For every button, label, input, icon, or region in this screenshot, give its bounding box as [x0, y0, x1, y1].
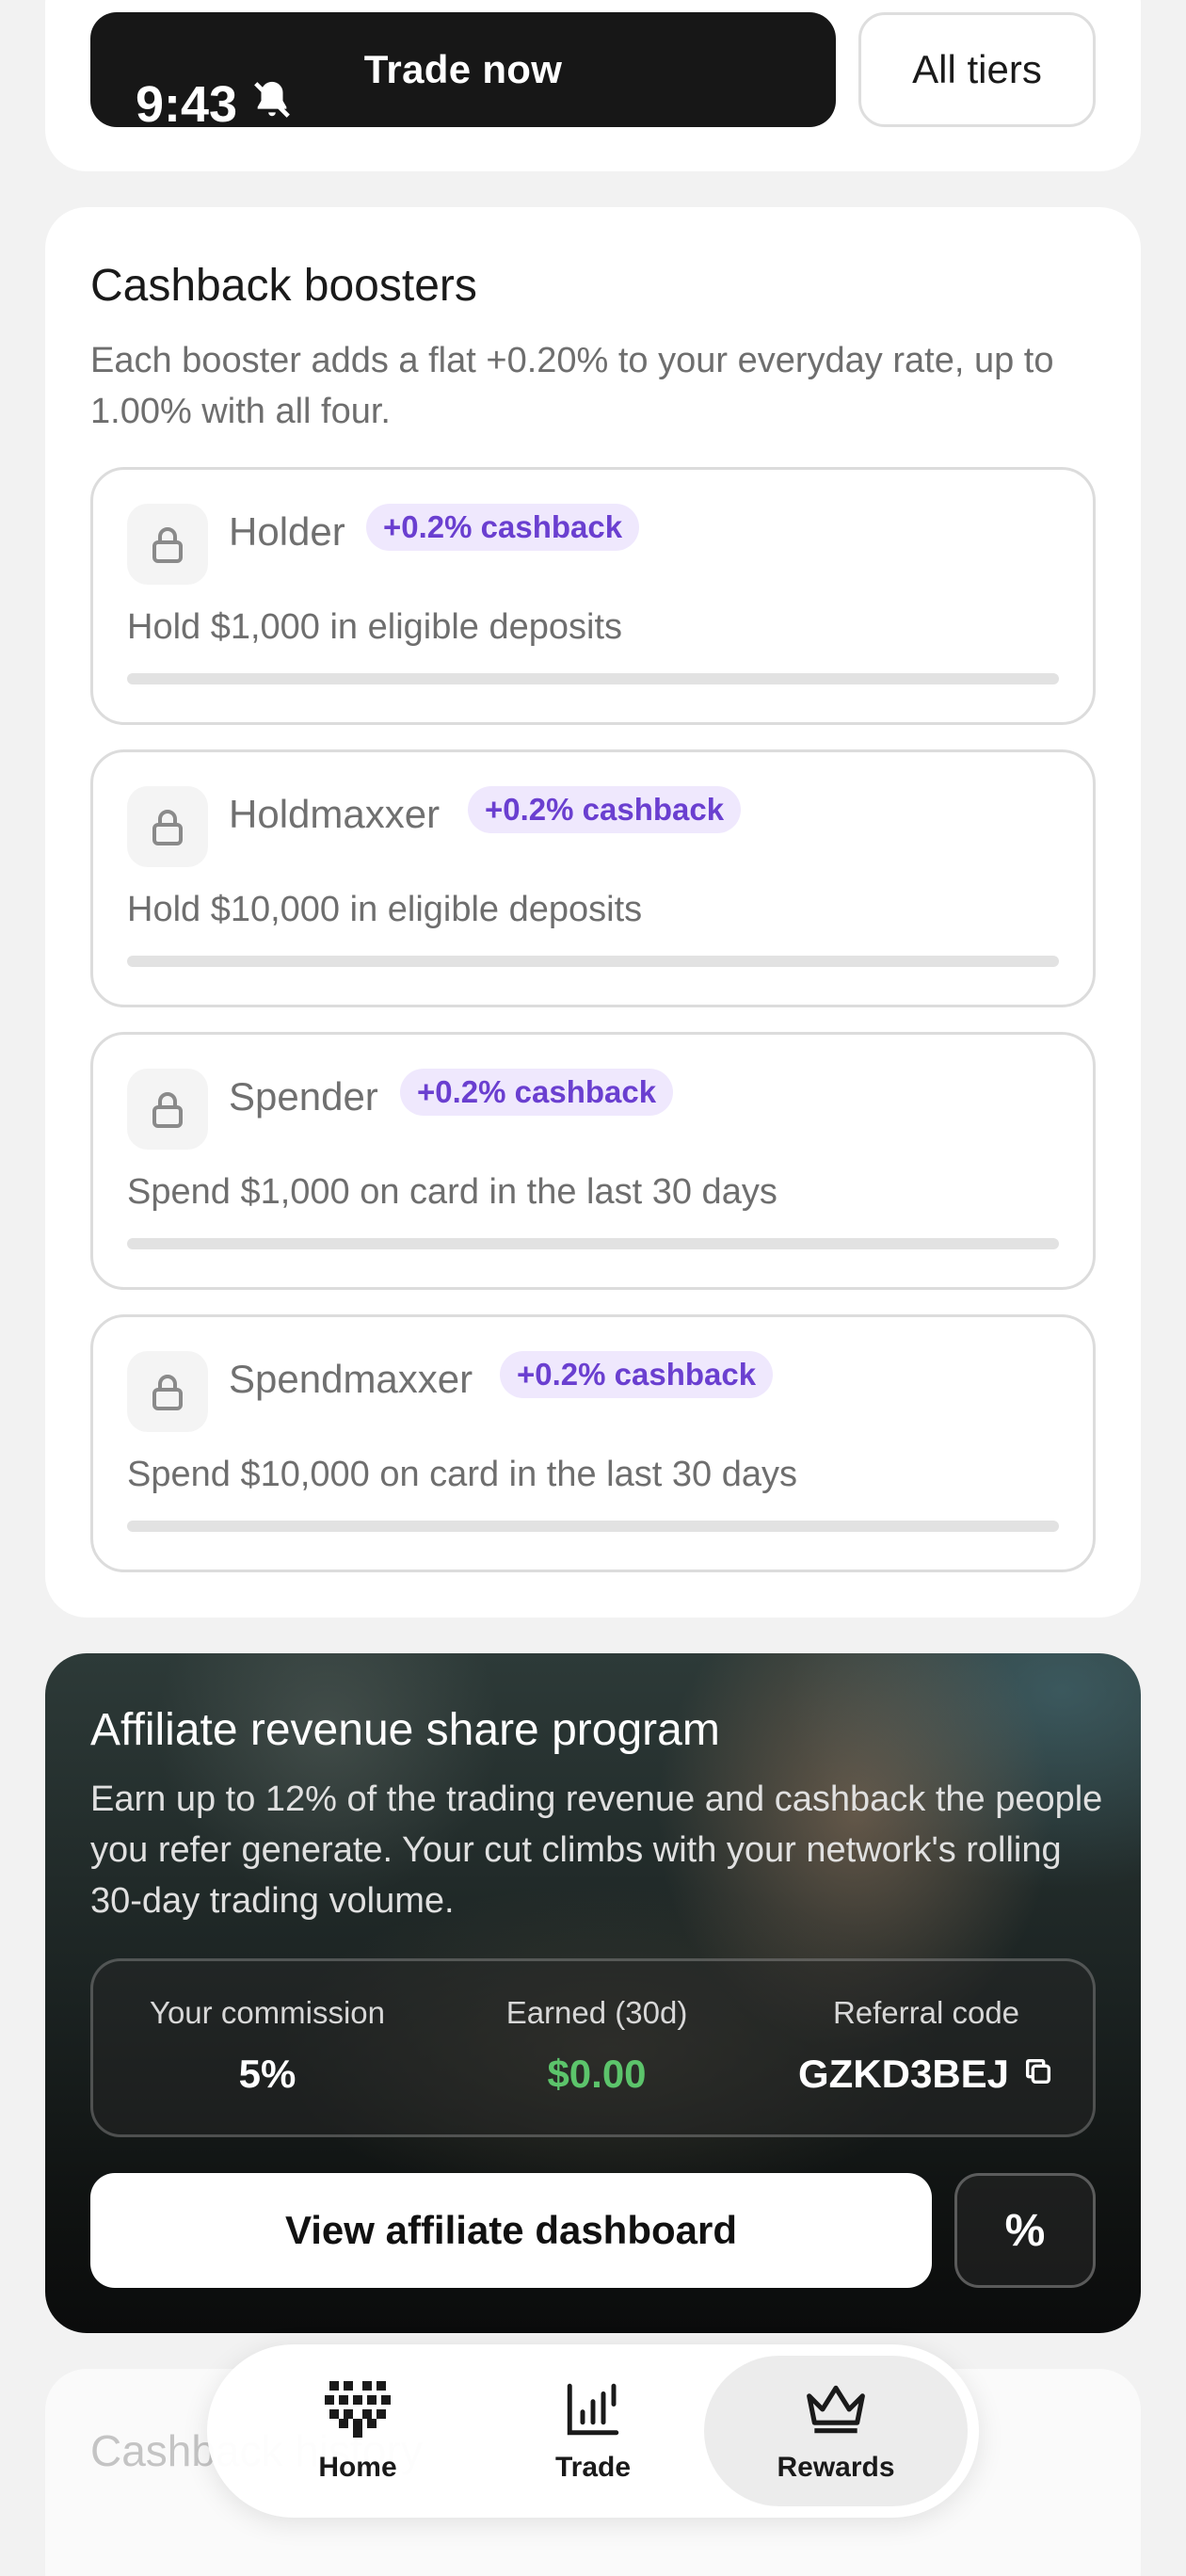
- affiliate-description: Earn up to 12% of the trading revenue an…: [90, 1779, 1103, 1921]
- tab-rewards[interactable]: Rewards: [704, 2356, 968, 2506]
- booster-spendmaxxer[interactable]: Spendmaxxer +0.2% cashback Spend $10,000…: [90, 1314, 1096, 1572]
- referral-code-row[interactable]: GZKD3BEJ: [771, 2052, 1082, 2097]
- tab-home[interactable]: Home: [226, 2356, 489, 2506]
- booster-progress-bar: [127, 1521, 1059, 1532]
- booster-progress-bar: [127, 1238, 1059, 1249]
- cashback-badge: +0.2% cashback: [400, 1069, 674, 1116]
- tab-trade[interactable]: Trade: [461, 2356, 725, 2506]
- booster-requirement: Spend $1,000 on card in the last 30 days: [127, 1172, 777, 1212]
- booster-progress-bar: [127, 673, 1059, 684]
- status-bar: 9:43: [136, 75, 294, 134]
- status-time: 9:43: [136, 76, 238, 133]
- affiliate-stats: Your commission 5% Earned (30d) $0.00 Re…: [90, 1958, 1096, 2137]
- booster-requirement: Hold $10,000 in eligible deposits: [127, 890, 643, 929]
- affiliate-title: Affiliate revenue share program: [90, 1705, 720, 1755]
- booster-name: Spendmaxxer: [229, 1357, 473, 1401]
- lock-icon: [127, 504, 208, 585]
- booster-holder[interactable]: Holder +0.2% cashback Hold $1,000 in eli…: [90, 467, 1096, 725]
- crown-icon: [801, 2378, 871, 2440]
- commission-value: 5%: [238, 2052, 296, 2096]
- all-tiers-button[interactable]: All tiers: [858, 12, 1096, 127]
- booster-progress-bar: [127, 956, 1059, 967]
- earned-label: Earned (30d): [505, 1995, 688, 2030]
- commission-label: Your commission: [149, 1995, 386, 2030]
- heart-pixel-icon: [323, 2378, 393, 2440]
- cashback-badge: +0.2% cashback: [468, 786, 742, 833]
- cashback-badge: +0.2% cashback: [366, 504, 640, 551]
- percent-button[interactable]: %: [954, 2173, 1096, 2288]
- booster-name: Holdmaxxer: [229, 792, 441, 836]
- boosters-description: Each booster adds a flat +0.20% to your …: [90, 341, 1054, 431]
- affiliate-program-card: Affiliate revenue share program Earn up …: [45, 1653, 1141, 2333]
- lock-icon: [127, 1069, 208, 1150]
- bottom-tab-bar: Home Trade Rewards: [207, 2344, 979, 2518]
- tab-home-label: Home: [318, 2452, 397, 2483]
- booster-name: Holder: [229, 509, 345, 554]
- rewards-page: Trade now All tiers 9:43 Cashback booste…: [0, 0, 1186, 2576]
- chart-icon: [558, 2378, 628, 2440]
- referral-stat: Referral code GZKD3BEJ: [771, 1995, 1082, 2097]
- tab-trade-label: Trade: [554, 2452, 632, 2483]
- tab-rewards-label: Rewards: [777, 2452, 895, 2483]
- earned-value: $0.00: [547, 2052, 647, 2096]
- booster-name: Spender: [229, 1074, 378, 1119]
- booster-holdmaxxer[interactable]: Holdmaxxer +0.2% cashback Hold $10,000 i…: [90, 749, 1096, 1007]
- lock-icon: [127, 786, 208, 867]
- booster-spender[interactable]: Spender +0.2% cashback Spend $1,000 on c…: [90, 1032, 1096, 1290]
- view-affiliate-dashboard-button[interactable]: View affiliate dashboard: [90, 2173, 932, 2288]
- earned-stat: Earned (30d) $0.00: [441, 1995, 752, 2097]
- cashback-boosters-card: Cashback boosters Each booster adds a fl…: [45, 207, 1141, 1618]
- bell-muted-icon: [250, 75, 294, 134]
- booster-requirement: Spend $10,000 on card in the last 30 day…: [127, 1455, 797, 1494]
- commission-stat: Your commission 5%: [112, 1995, 423, 2097]
- copy-icon[interactable]: [1022, 2052, 1054, 2097]
- lock-icon: [127, 1351, 208, 1432]
- booster-requirement: Hold $1,000 in eligible deposits: [127, 607, 623, 647]
- boosters-title: Cashback boosters: [90, 261, 477, 311]
- referral-label: Referral code: [832, 1995, 1020, 2030]
- cashback-badge: +0.2% cashback: [500, 1351, 774, 1398]
- referral-code: GZKD3BEJ: [797, 2052, 1010, 2096]
